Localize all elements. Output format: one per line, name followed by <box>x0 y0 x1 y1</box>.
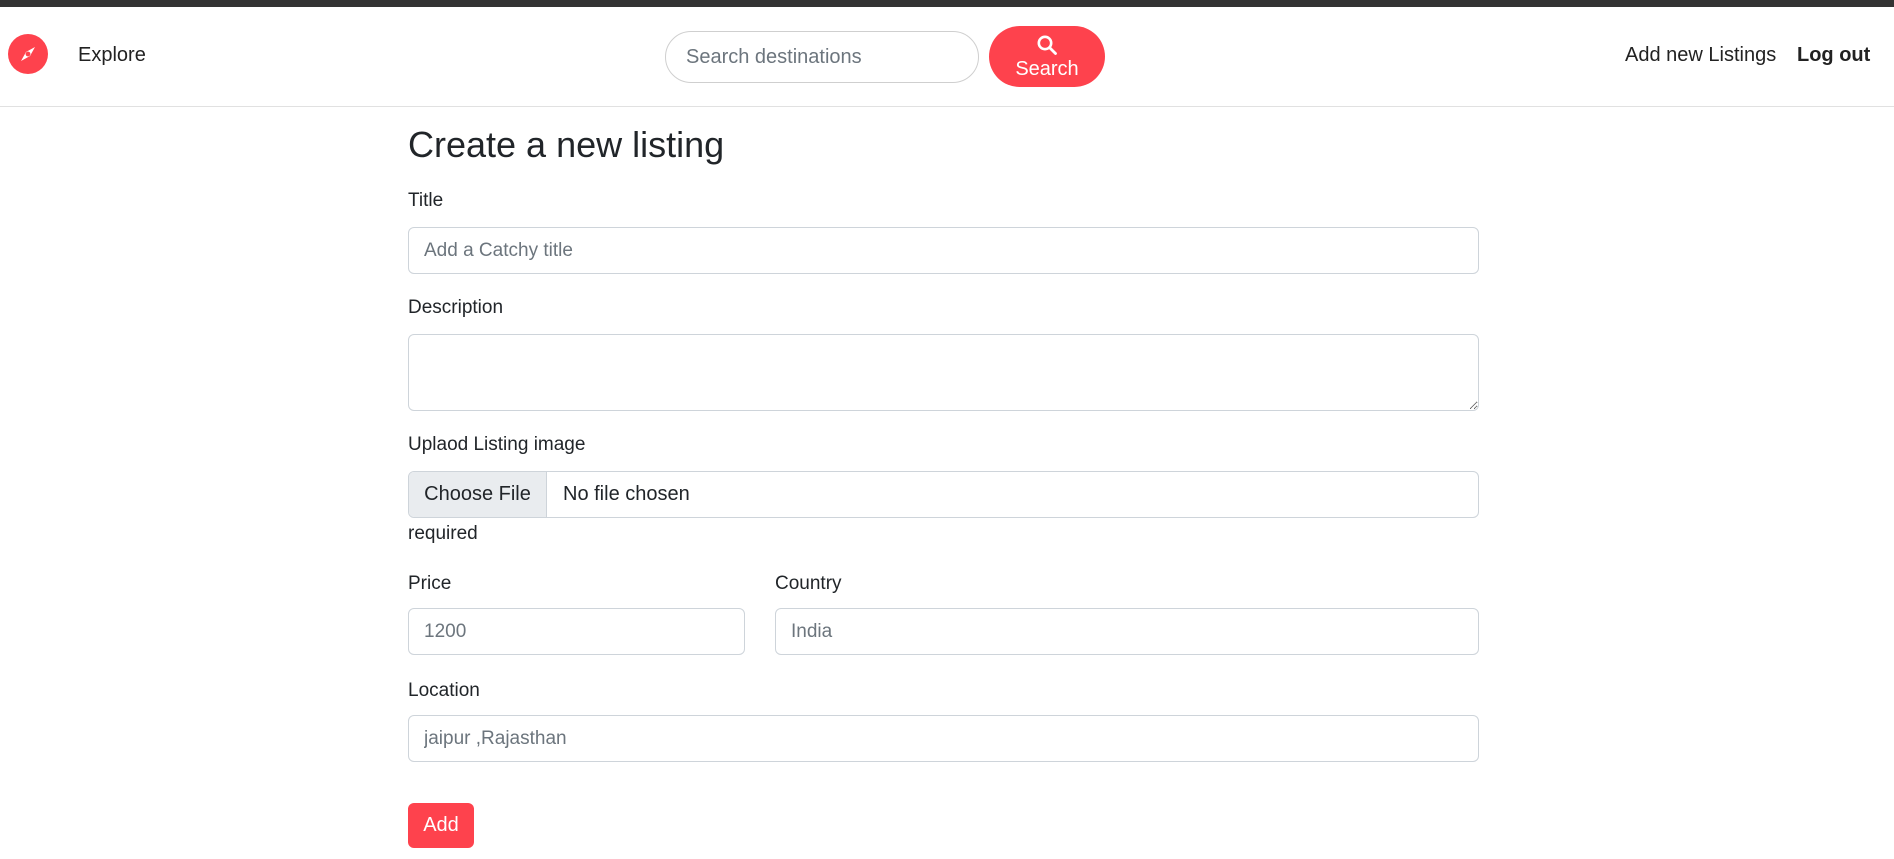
location-label: Location <box>408 680 480 701</box>
nav-explore-link[interactable]: Explore <box>78 44 146 67</box>
search-button[interactable]: Search <box>989 26 1105 87</box>
compass-icon[interactable] <box>8 34 48 74</box>
description-textarea[interactable] <box>408 334 1479 411</box>
nav-logout-link[interactable]: Log out <box>1797 44 1870 67</box>
title-input[interactable] <box>408 227 1479 274</box>
image-file-input[interactable]: Choose File No file chosen <box>408 471 1479 518</box>
price-label: Price <box>408 573 452 594</box>
file-status-text: No file chosen <box>563 483 690 505</box>
search-button-label: Search <box>1015 57 1079 80</box>
add-button[interactable]: Add <box>408 803 474 848</box>
top-strip <box>0 0 1894 7</box>
country-input[interactable] <box>775 608 1479 655</box>
image-required-note: required <box>408 523 478 544</box>
country-label: Country <box>775 573 842 594</box>
title-label: Title <box>408 190 444 211</box>
image-upload-label: Uplaod Listing image <box>408 434 586 455</box>
location-input[interactable] <box>408 715 1479 762</box>
nav-add-listing-link[interactable]: Add new Listings <box>1625 44 1776 67</box>
price-input[interactable] <box>408 608 745 655</box>
navbar: Explore Search Add new Listings Log out <box>0 7 1894 107</box>
page-title: Create a new listing <box>408 124 725 165</box>
search-input[interactable] <box>665 31 979 83</box>
description-label: Description <box>408 297 504 318</box>
search-icon <box>1037 35 1057 55</box>
choose-file-button[interactable]: Choose File <box>409 472 547 517</box>
